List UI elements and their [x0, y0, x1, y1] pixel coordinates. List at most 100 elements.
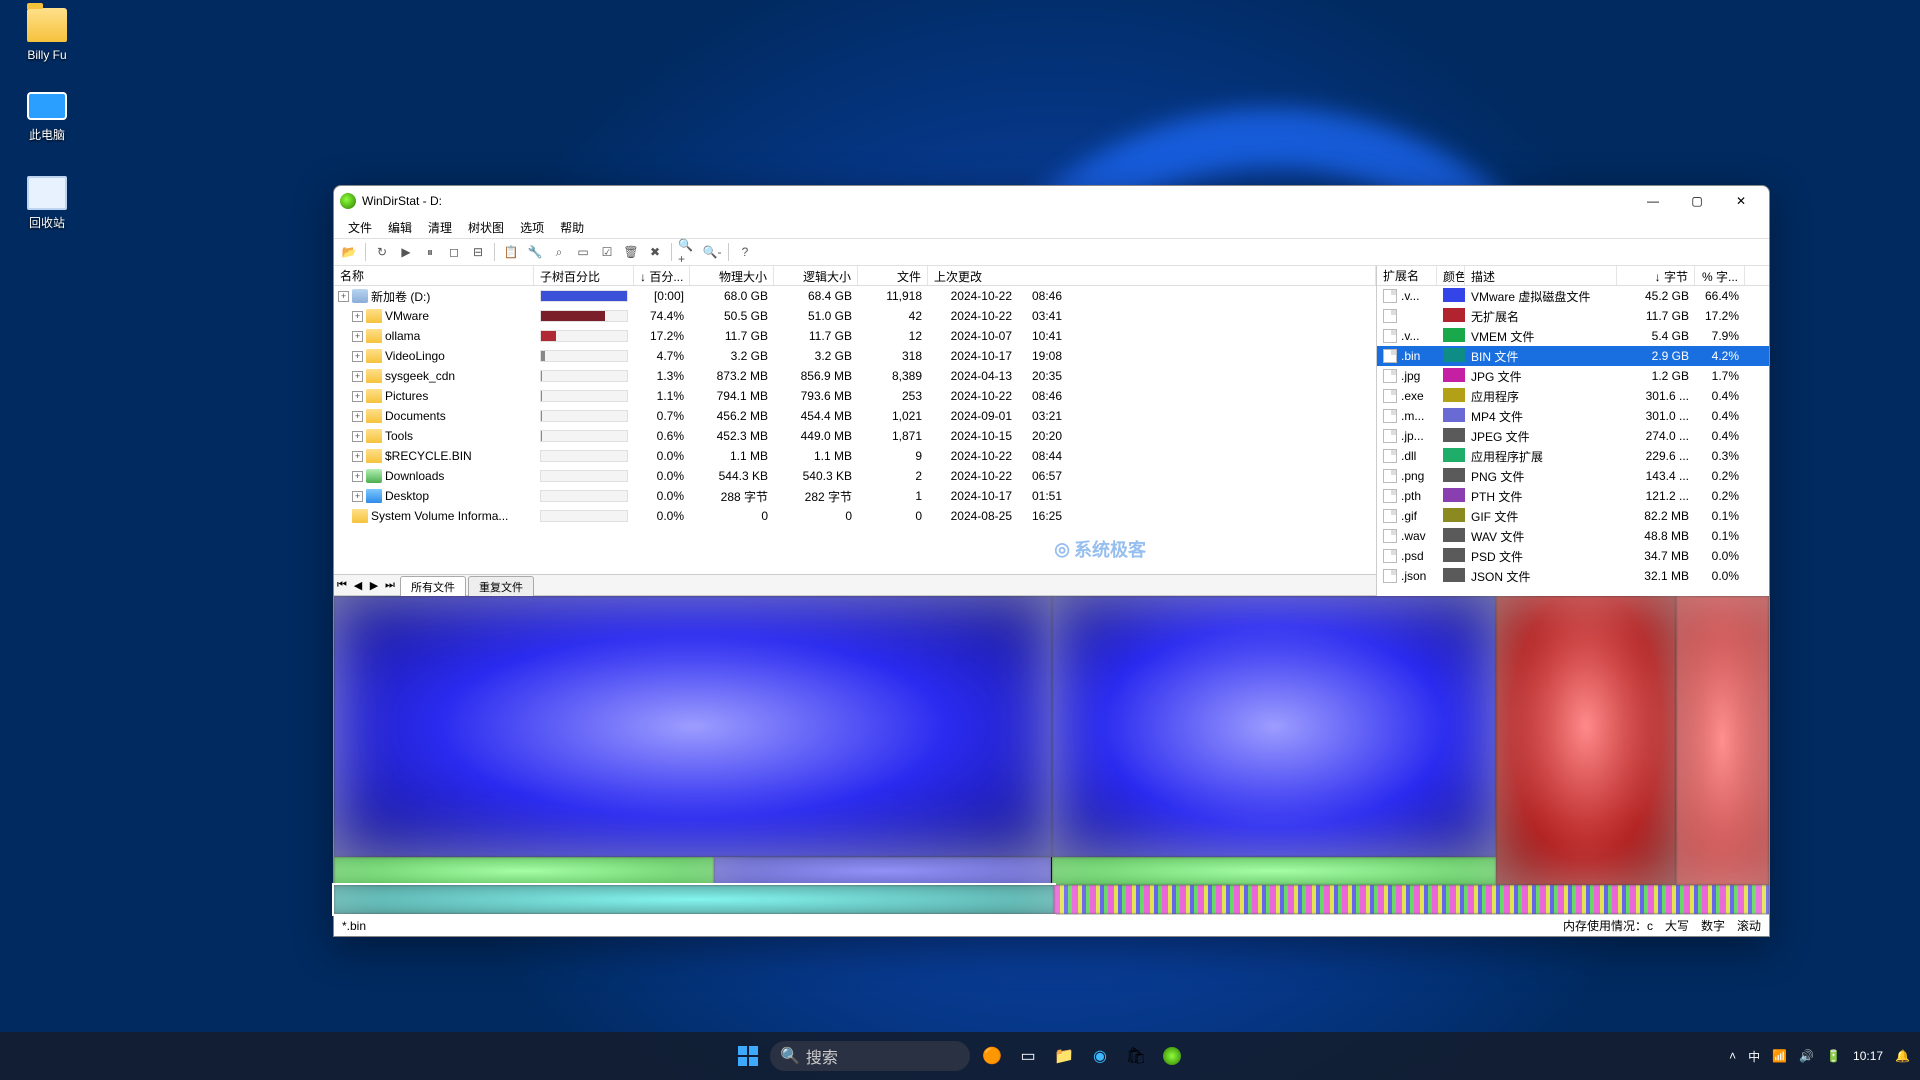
ext-row[interactable]: .v...VMware 虚拟磁盘文件45.2 GB66.4%	[1377, 286, 1769, 306]
tree-row[interactable]: +Pictures1.1%794.1 MB793.6 MB2532024-10-…	[334, 386, 1376, 406]
explorer-button[interactable]: ⌕	[548, 241, 570, 263]
task-view-icon[interactable]: ▭	[1014, 1042, 1042, 1070]
tab-prev-button[interactable]: ◀	[350, 579, 366, 592]
expand-icon[interactable]: +	[352, 331, 363, 342]
close-button[interactable]: ✕	[1719, 187, 1763, 215]
tree-row[interactable]: +VideoLingo4.7%3.2 GB3.2 GB3182024-10-17…	[334, 346, 1376, 366]
desktop-icon-this-pc[interactable]: 此电脑	[12, 92, 82, 143]
col-bytes[interactable]: ↓ 字节	[1617, 266, 1695, 285]
expand-icon[interactable]: +	[352, 311, 363, 322]
expand-icon[interactable]: +	[352, 351, 363, 362]
ext-row[interactable]: .jpgJPG 文件1.2 GB1.7%	[1377, 366, 1769, 386]
properties-button[interactable]: 🔧	[524, 241, 546, 263]
treemap-block[interactable]	[1052, 857, 1497, 886]
ext-row[interactable]: .pthPTH 文件121.2 ...0.2%	[1377, 486, 1769, 506]
ext-row[interactable]: .binBIN 文件2.9 GB4.2%	[1377, 346, 1769, 366]
col-physical[interactable]: 物理大小	[690, 266, 774, 285]
copy-button[interactable]: 📋	[500, 241, 522, 263]
explorer-icon[interactable]: 📁	[1050, 1042, 1078, 1070]
play-button[interactable]: ▶	[395, 241, 417, 263]
menu-help[interactable]: 帮助	[554, 217, 590, 238]
expand-icon[interactable]: +	[352, 471, 363, 482]
col-ext[interactable]: 扩展名	[1377, 266, 1437, 285]
zoom-out-button[interactable]: 🔍-	[701, 241, 723, 263]
pause-button[interactable]: ⏸	[419, 241, 441, 263]
start-button[interactable]	[734, 1042, 762, 1070]
clock[interactable]: 10:17	[1853, 1049, 1883, 1063]
ext-row[interactable]: .wavWAV 文件48.8 MB0.1%	[1377, 526, 1769, 546]
select-button[interactable]: ☑	[596, 241, 618, 263]
col-color[interactable]: 颜色	[1437, 266, 1465, 285]
treemap[interactable]	[334, 596, 1769, 914]
tab-next-button[interactable]: ▶	[366, 579, 382, 592]
desktop-icon-user-folder[interactable]: Billy Fu	[12, 8, 82, 62]
tree-body[interactable]: +新加卷 (D:)[0:00]68.0 GB68.4 GB11,9182024-…	[334, 286, 1376, 574]
taskbar[interactable]: 🔍 搜索 🟠 ▭ 📁 ◉ 🛍 ˄ 中 📶 🔊 🔋 10:17 🔔	[0, 1032, 1920, 1080]
col-desc[interactable]: 描述	[1465, 266, 1617, 285]
minimize-button[interactable]: ―	[1631, 187, 1675, 215]
col-modified[interactable]: 上次更改	[928, 266, 1376, 285]
expand-icon[interactable]: +	[352, 431, 363, 442]
ext-row[interactable]: 无扩展名11.7 GB17.2%	[1377, 306, 1769, 326]
notifications-icon[interactable]: 🔔	[1895, 1049, 1910, 1063]
copilot-icon[interactable]: 🟠	[978, 1042, 1006, 1070]
ext-row[interactable]: .pngPNG 文件143.4 ...0.2%	[1377, 466, 1769, 486]
col-pct[interactable]: ↓ 百分...	[634, 266, 690, 285]
col-logical[interactable]: 逻辑大小	[774, 266, 858, 285]
edge-icon[interactable]: ◉	[1086, 1042, 1114, 1070]
treemap-block[interactable]	[334, 857, 714, 886]
remove-button[interactable]: ✖	[644, 241, 666, 263]
collapse-button[interactable]: ⊟	[467, 241, 489, 263]
menu-edit[interactable]: 编辑	[382, 217, 418, 238]
tray-expand-icon[interactable]: ˄	[1729, 1049, 1736, 1063]
maximize-button[interactable]: ▢	[1675, 187, 1719, 215]
menu-options[interactable]: 选项	[514, 217, 550, 238]
tree-row[interactable]: +ollama17.2%11.7 GB11.7 GB122024-10-0710…	[334, 326, 1376, 346]
treemap-block[interactable]	[1054, 885, 1769, 914]
expand-icon[interactable]: +	[352, 371, 363, 382]
tree-row[interactable]: System Volume Informa...0.0%0002024-08-2…	[334, 506, 1376, 526]
treemap-block-selected[interactable]	[334, 885, 1054, 914]
tree-row[interactable]: +Downloads0.0%544.3 KB540.3 KB22024-10-2…	[334, 466, 1376, 486]
ext-row[interactable]: .m...MP4 文件301.0 ...0.4%	[1377, 406, 1769, 426]
menu-file[interactable]: 文件	[342, 217, 378, 238]
help-button[interactable]: ?	[734, 241, 756, 263]
ext-row[interactable]: .gifGIF 文件82.2 MB0.1%	[1377, 506, 1769, 526]
treemap-block[interactable]	[1496, 596, 1675, 885]
tab-first-button[interactable]: ⏮	[334, 579, 350, 592]
expand-icon[interactable]: +	[352, 451, 363, 462]
tree-row[interactable]: +sysgeek_cdn1.3%873.2 MB856.9 MB8,389202…	[334, 366, 1376, 386]
tab-all-files[interactable]: 所有文件	[400, 576, 466, 597]
col-name[interactable]: 名称	[334, 266, 534, 285]
treemap-block[interactable]	[1052, 596, 1497, 857]
menu-treemap[interactable]: 树状图	[462, 217, 510, 238]
treemap-block[interactable]	[334, 596, 1052, 857]
taskbar-search[interactable]: 🔍 搜索	[770, 1041, 970, 1071]
expand-icon[interactable]: +	[352, 491, 363, 502]
ext-row[interactable]: .dll应用程序扩展229.6 ...0.3%	[1377, 446, 1769, 466]
ext-header[interactable]: 扩展名 颜色 描述 ↓ 字节 % 字...	[1377, 266, 1769, 286]
menu-cleanup[interactable]: 清理	[422, 217, 458, 238]
zoom-in-button[interactable]: 🔍+	[677, 241, 699, 263]
titlebar[interactable]: WinDirStat - D: ― ▢ ✕	[334, 186, 1769, 216]
col-pct[interactable]: % 字...	[1695, 266, 1745, 285]
expand-icon[interactable]: +	[338, 291, 349, 302]
desktop-icon-recycle-bin[interactable]: 回收站	[12, 176, 82, 231]
ext-row[interactable]: .jp...JPEG 文件274.0 ...0.4%	[1377, 426, 1769, 446]
delete-button[interactable]: 🗑	[620, 241, 642, 263]
store-icon[interactable]: 🛍	[1122, 1042, 1150, 1070]
system-tray[interactable]: ˄ 中 📶 🔊 🔋 10:17 🔔	[1729, 1048, 1910, 1065]
tab-duplicate-files[interactable]: 重复文件	[468, 576, 534, 597]
tree-row[interactable]: +Documents0.7%456.2 MB454.4 MB1,0212024-…	[334, 406, 1376, 426]
expand-icon[interactable]: +	[352, 411, 363, 422]
ext-row[interactable]: .exe应用程序301.6 ...0.4%	[1377, 386, 1769, 406]
col-subtree-pct[interactable]: 子树百分比	[534, 266, 634, 285]
tree-row[interactable]: +VMware74.4%50.5 GB51.0 GB422024-10-2203…	[334, 306, 1376, 326]
expand-icon[interactable]: +	[352, 391, 363, 402]
tab-last-button[interactable]: ⏭	[382, 579, 398, 592]
battery-icon[interactable]: 🔋	[1826, 1049, 1841, 1063]
stop-button[interactable]: ◻	[443, 241, 465, 263]
windirstat-taskbar-icon[interactable]	[1158, 1042, 1186, 1070]
ext-row[interactable]: .jsonJSON 文件32.1 MB0.0%	[1377, 566, 1769, 586]
ext-body[interactable]: .v...VMware 虚拟磁盘文件45.2 GB66.4%无扩展名11.7 G…	[1377, 286, 1769, 596]
